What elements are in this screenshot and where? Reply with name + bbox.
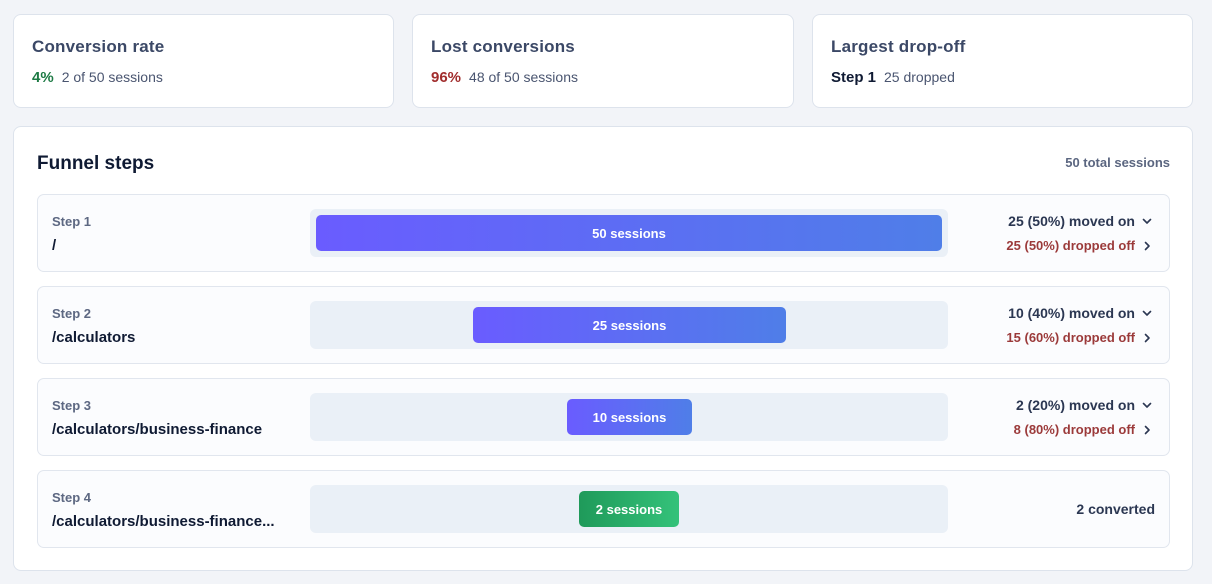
converted-label: 2 converted — [1076, 501, 1155, 517]
conversion-rate-detail: 2 of 50 sessions — [61, 69, 163, 85]
funnel-step-1: Step 1 / 50 sessions 25 (50%) moved on 2… — [37, 194, 1170, 272]
step-label: Step 2 — [52, 306, 92, 321]
session-bar: 2 sessions — [579, 491, 679, 527]
largest-dropoff-value: Step 1 — [831, 69, 877, 86]
moved-on-label: 10 (40%) moved on — [1008, 305, 1135, 321]
step-path: / — [52, 237, 57, 254]
session-track: 10 sessions — [310, 393, 948, 441]
conversion-rate-title: Conversion rate — [32, 37, 165, 56]
session-track: 50 sessions — [310, 209, 948, 257]
chevron-down-icon — [1141, 215, 1153, 227]
largest-dropoff-detail: 25 dropped — [884, 69, 955, 85]
moved-on-toggle[interactable]: 25 (50%) moved on — [1008, 213, 1153, 229]
session-track: 2 sessions — [310, 485, 948, 533]
chevron-down-icon — [1141, 307, 1153, 319]
step-path: /calculators/business-finance... — [52, 513, 275, 530]
dropped-off-link[interactable]: 8 (80%) dropped off — [1014, 422, 1153, 437]
funnel-step-3: Step 3 /calculators/business-finance 10 … — [37, 378, 1170, 456]
conversion-rate-card: Conversion rate 4% 2 of 50 sessions — [13, 14, 394, 108]
largest-dropoff-card: Largest drop-off Step 1 25 dropped — [812, 14, 1193, 108]
session-bar: 10 sessions — [567, 399, 692, 435]
chevron-right-icon — [1141, 240, 1153, 252]
moved-on-label: 2 (20%) moved on — [1015, 397, 1135, 413]
funnel-step-4: Step 4 /calculators/business-finance... … — [37, 470, 1170, 548]
lost-conversions-card: Lost conversions 96% 48 of 50 sessions — [412, 14, 794, 108]
dropped-off-label: 25 (50%) dropped off — [1006, 238, 1135, 253]
lost-conversions-title: Lost conversions — [431, 37, 575, 56]
step-label: Step 1 — [52, 214, 92, 229]
funnel-title: Funnel steps — [37, 153, 155, 174]
session-bar: 25 sessions — [473, 307, 786, 343]
step-label: Step 3 — [52, 398, 92, 413]
largest-dropoff-title: Largest drop-off — [831, 37, 966, 56]
chevron-down-icon — [1141, 399, 1153, 411]
funnel-panel: Funnel steps 50 total sessions Step 1 / … — [13, 126, 1193, 571]
lost-conversions-value: 96% — [431, 69, 462, 86]
dropped-off-link[interactable]: 25 (50%) dropped off — [1006, 238, 1153, 253]
session-track: 25 sessions — [310, 301, 948, 349]
dropped-off-label: 8 (80%) dropped off — [1013, 422, 1135, 437]
moved-on-toggle[interactable]: 2 (20%) moved on — [1016, 397, 1153, 413]
dropped-off-label: 15 (60%) dropped off — [1006, 330, 1135, 345]
funnel-step-2: Step 2 /calculators 25 sessions 10 (40%)… — [37, 286, 1170, 364]
step-label: Step 4 — [52, 490, 92, 505]
dropped-off-link[interactable]: 15 (60%) dropped off — [1006, 330, 1153, 345]
step-path: /calculators/business-finance — [52, 421, 263, 438]
step-path: /calculators — [52, 329, 136, 346]
conversion-rate-value: 4% — [32, 69, 54, 86]
funnel-total-sessions: 50 total sessions — [1065, 155, 1170, 170]
session-bar: 50 sessions — [316, 215, 942, 251]
lost-conversions-detail: 48 of 50 sessions — [469, 69, 578, 85]
moved-on-toggle[interactable]: 10 (40%) moved on — [1008, 305, 1153, 321]
chevron-right-icon — [1141, 424, 1153, 436]
chevron-right-icon — [1141, 332, 1153, 344]
moved-on-label: 25 (50%) moved on — [1008, 213, 1135, 229]
